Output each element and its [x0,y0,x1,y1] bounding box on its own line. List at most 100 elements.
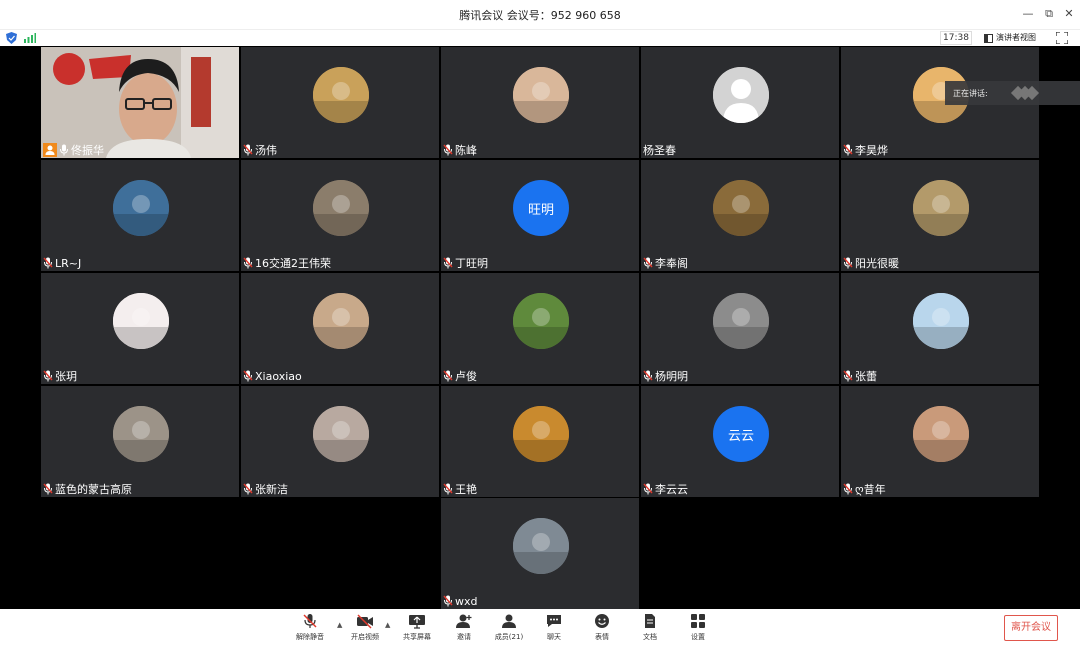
speaking-indicator: 正在讲话: [945,81,1080,105]
mic-muted-icon [843,483,853,495]
emoji-icon [595,614,609,628]
documents-label: 文档 [643,633,657,641]
meeting-clock: 17:38 [940,31,972,45]
chat-button[interactable]: 聊天 [532,613,576,647]
participant-avatar [713,180,769,236]
invite-button[interactable]: 邀请 [442,613,486,647]
mic-muted-icon [443,370,453,382]
participant-avatar [113,406,169,462]
participant-tile[interactable]: 佟振华 [41,47,239,158]
participant-nameplate: 卢俊 [441,368,480,384]
camera-off-icon [357,614,373,629]
signal-icon[interactable] [24,33,36,43]
participant-tile[interactable]: 杨明明 [641,273,839,384]
participant-tile[interactable]: 汤伟 [241,47,439,158]
participant-tile[interactable]: 蓝色的蒙古高原 [41,386,239,497]
participant-tile[interactable]: ღ昔年 [841,386,1039,497]
participant-name: 汤伟 [255,144,277,157]
share-screen-button[interactable]: 共享屏幕 [395,613,439,647]
mic-muted-icon [243,144,253,156]
participant-nameplate: 蓝色的蒙古高原 [41,481,135,497]
participant-nameplate: LR~J [41,255,84,271]
start-video-button[interactable]: 开启视频 [343,613,387,647]
members-label: 成员(21) [494,633,524,641]
default-avatar-icon [713,67,769,123]
participant-nameplate: 李昊烨 [841,142,891,158]
participant-tile[interactable]: LR~J [41,160,239,271]
participant-name: 李奉阁 [655,257,688,270]
participant-name: 陈峰 [455,144,477,157]
emoji-button[interactable]: 表情 [580,613,624,647]
meeting-window: 腾讯会议 会议号：952 960 658 — ⧉ ✕ 17:38 演讲者视图 佟… [0,0,1080,649]
participant-tile[interactable]: 张蕾 [841,273,1039,384]
video-options-caret[interactable]: ▲ [385,621,390,629]
participant-tile[interactable]: 卢俊 [441,273,639,384]
start-video-label: 开启视频 [351,633,379,641]
minimize-button[interactable]: — [1020,6,1036,22]
unmute-button[interactable]: 解除静音 [288,613,332,647]
participant-name: 丁旺明 [455,257,488,270]
unmute-label: 解除静音 [296,633,324,641]
participant-avatar [513,67,569,123]
participant-avatar [313,180,369,236]
chat-icon [547,615,561,627]
participant-name: 王艳 [455,483,477,496]
participant-nameplate: 张新洁 [241,481,291,497]
members-icon [502,614,516,628]
members-button[interactable]: 成员(21) [487,613,531,647]
emoji-label: 表情 [595,633,609,641]
participant-tile[interactable]: wxd [441,498,639,609]
mic-muted-icon [643,483,653,495]
restore-button[interactable]: ⧉ [1041,6,1057,22]
participant-tile[interactable]: 张新洁 [241,386,439,497]
participant-tile[interactable]: 李奉阁 [641,160,839,271]
invite-label: 邀请 [457,633,471,641]
participant-name: 阳光很暖 [855,257,899,270]
profile-photo [313,293,369,349]
participant-name: ღ昔年 [855,483,886,496]
documents-button[interactable]: 文档 [628,613,672,647]
participant-tile[interactable]: 陈峰 [441,47,639,158]
participant-tile[interactable]: 阳光很暖 [841,160,1039,271]
participant-tile[interactable]: Xiaoxiao [241,273,439,384]
mic-muted-icon [243,257,253,269]
participant-tile[interactable]: 16交通2王伟荣 [241,160,439,271]
shield-icon[interactable] [6,32,17,44]
speaker-view-button[interactable]: 演讲者视图 [984,31,1036,45]
participant-avatar [313,406,369,462]
participant-tile[interactable]: 杨圣春 [641,47,839,158]
title-bar: 腾讯会议 会议号：952 960 658 — ⧉ ✕ [0,0,1080,29]
host-icon [43,143,57,157]
profile-photo [713,180,769,236]
participant-name: 张玥 [55,370,77,383]
profile-photo [113,406,169,462]
participant-nameplate: 王艳 [441,481,480,497]
participant-nameplate: 阳光很暖 [841,255,902,271]
participant-avatar [913,293,969,349]
participant-tile[interactable]: 云云 李云云 [641,386,839,497]
participant-avatar [913,406,969,462]
audio-options-caret[interactable]: ▲ [337,621,342,629]
settings-button[interactable]: 设置 [676,613,720,647]
participant-name: Xiaoxiao [255,369,302,383]
fullscreen-icon[interactable] [1056,32,1068,44]
mic-icon [60,144,68,156]
participant-nameplate: 陈峰 [441,142,480,158]
mic-muted-icon [43,257,53,269]
participant-name: 杨圣春 [643,144,676,157]
mic-muted-icon [43,483,53,495]
profile-photo [513,518,569,574]
profile-photo [913,180,969,236]
mic-muted-icon [243,370,253,382]
participant-avatar [113,180,169,236]
participant-tile[interactable]: 旺明 丁旺明 [441,160,639,271]
participant-tile[interactable]: 王艳 [441,386,639,497]
participant-tile[interactable]: 张玥 [41,273,239,384]
close-button[interactable]: ✕ [1061,6,1077,22]
leave-meeting-button[interactable]: 离开会议 [1004,615,1058,641]
participant-name: 佟振华 [71,144,104,157]
profile-photo [513,406,569,462]
profile-photo [513,67,569,123]
participant-name: 卢俊 [455,370,477,383]
participant-nameplate: 汤伟 [241,142,280,158]
